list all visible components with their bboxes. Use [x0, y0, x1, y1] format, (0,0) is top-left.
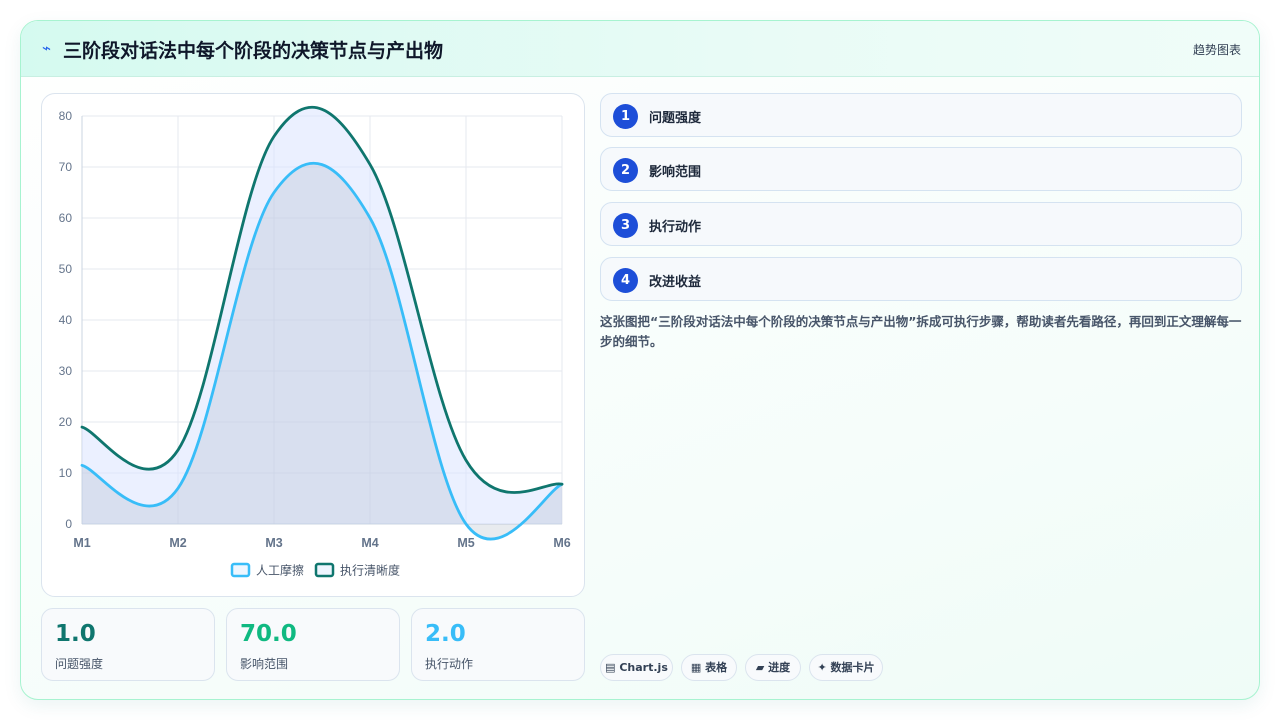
chip-label: 进度 [768, 661, 791, 674]
legend-label: 执行清晰度 [340, 563, 400, 578]
area-chart: 0 10 20 30 40 50 60 70 80 M1 M2 M3 M4 M5 M6 人工摩擦 执行清晰度 [59, 105, 571, 578]
step-item-2[interactable]: 2 影响范围 [600, 147, 1242, 191]
description-text: 这张图把“三阶段对话法中每个阶段的决策节点与产出物”拆成可执行步骤，帮助读者先看… [600, 314, 1242, 349]
step-label: 改进收益 [649, 275, 702, 290]
x-tick-label: M6 [553, 536, 570, 550]
legend-swatch [314, 562, 335, 578]
y-tick-label: 10 [59, 466, 73, 480]
legend-swatch [230, 562, 251, 578]
y-tick-label: 20 [59, 415, 73, 429]
header: ⌁ 三阶段对话法中每个阶段的决策节点与产出物 趋势图表 [21, 21, 1259, 77]
chip-chartjs[interactable]: ▤ Chart.js [600, 654, 673, 681]
step-label: 影响范围 [649, 165, 702, 180]
chip-table[interactable]: ▦ 表格 [681, 654, 737, 681]
legend-label: 人工摩擦 [256, 563, 304, 578]
chart-type-tag[interactable]: 趋势图表 [1193, 41, 1241, 58]
page-title: 三阶段对话法中每个阶段的决策节点与产出物 [63, 40, 444, 62]
stat-value: 2.0 [425, 621, 466, 647]
x-tick-label: M4 [361, 536, 378, 550]
y-tick-label: 80 [59, 109, 73, 123]
stat-card-2: 70.0 影响范围 [226, 608, 400, 681]
chip-label: Chart.js [619, 661, 668, 674]
stat-label: 问题强度 [55, 657, 104, 671]
step-item-4[interactable]: 4 改进收益 [600, 257, 1242, 301]
x-tick-label: M5 [457, 536, 474, 550]
step-label: 执行动作 [649, 220, 702, 235]
step-item-1[interactable]: 1 问题强度 [600, 93, 1242, 137]
step-label: 问题强度 [649, 111, 702, 126]
stat-card-1: 1.0 问题强度 [41, 608, 215, 681]
chip-label: 表格 [705, 661, 728, 674]
sparkle-icon: ✦ [817, 661, 827, 674]
main-card: ⌁ 三阶段对话法中每个阶段的决策节点与产出物 趋势图表 0 10 20 30 40 50 6… [20, 20, 1260, 700]
y-tick-label: 40 [59, 313, 73, 327]
y-tick-label: 0 [65, 517, 72, 531]
chip-label: 数据卡片 [830, 661, 875, 674]
stat-label: 执行动作 [425, 657, 474, 671]
progress-icon: ▰ [755, 661, 765, 674]
y-tick-label: 60 [59, 211, 73, 225]
x-tick-label: M3 [265, 536, 282, 550]
stat-card-3: 2.0 执行动作 [411, 608, 585, 681]
x-tick-label: M2 [169, 536, 186, 550]
step-number-badge: 3 [613, 213, 638, 238]
chart-panel: 0 10 20 30 40 50 60 70 80 M1 M2 M3 M4 M5 M6 人工摩擦 执行清晰度 [41, 93, 585, 597]
stat-label: 影响范围 [240, 657, 289, 671]
table-icon: ▦ [690, 661, 702, 674]
chart-icon: ▤ [605, 661, 616, 674]
step-item-3[interactable]: 3 执行动作 [600, 202, 1242, 246]
y-tick-label: 70 [59, 160, 73, 174]
stat-value: 70.0 [240, 621, 297, 647]
y-tick-label: 50 [59, 262, 73, 276]
chip-data-card[interactable]: ✦ 数据卡片 [809, 654, 883, 681]
step-number-badge: 4 [613, 268, 638, 293]
step-number-badge: 2 [613, 158, 638, 183]
y-tick-label: 30 [59, 364, 73, 378]
bolt-icon: ⌁ [42, 39, 52, 57]
step-number-badge: 1 [613, 104, 638, 129]
stat-value: 1.0 [55, 621, 96, 647]
chip-progress[interactable]: ▰ 进度 [745, 654, 801, 681]
x-tick-label: M1 [73, 536, 90, 550]
